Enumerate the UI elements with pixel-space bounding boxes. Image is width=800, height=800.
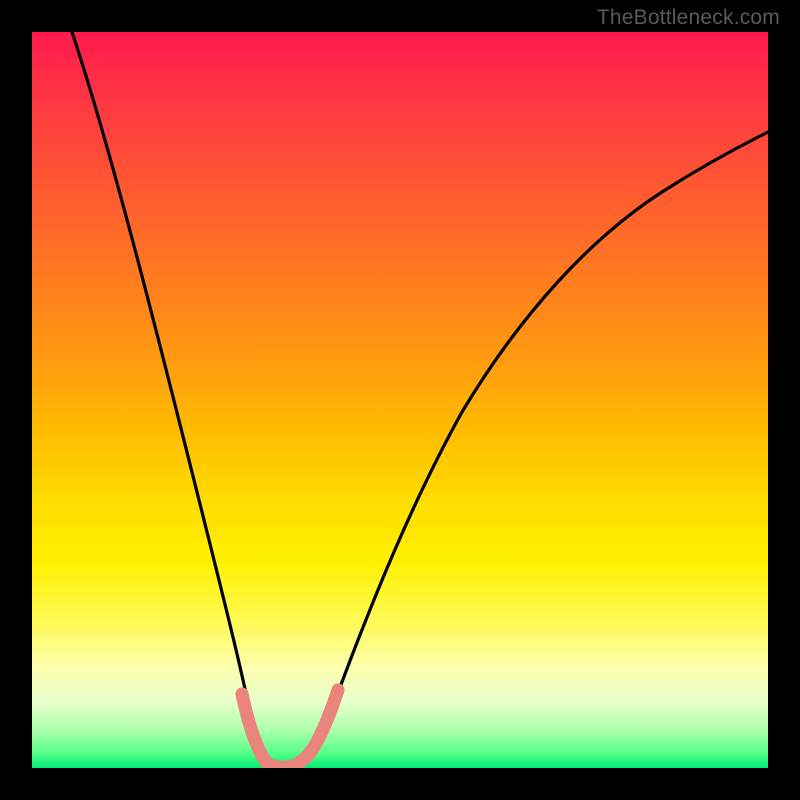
gradient-background <box>32 32 768 768</box>
watermark-text: TheBottleneck.com <box>597 6 780 30</box>
chart-frame: TheBottleneck.com <box>0 0 800 800</box>
